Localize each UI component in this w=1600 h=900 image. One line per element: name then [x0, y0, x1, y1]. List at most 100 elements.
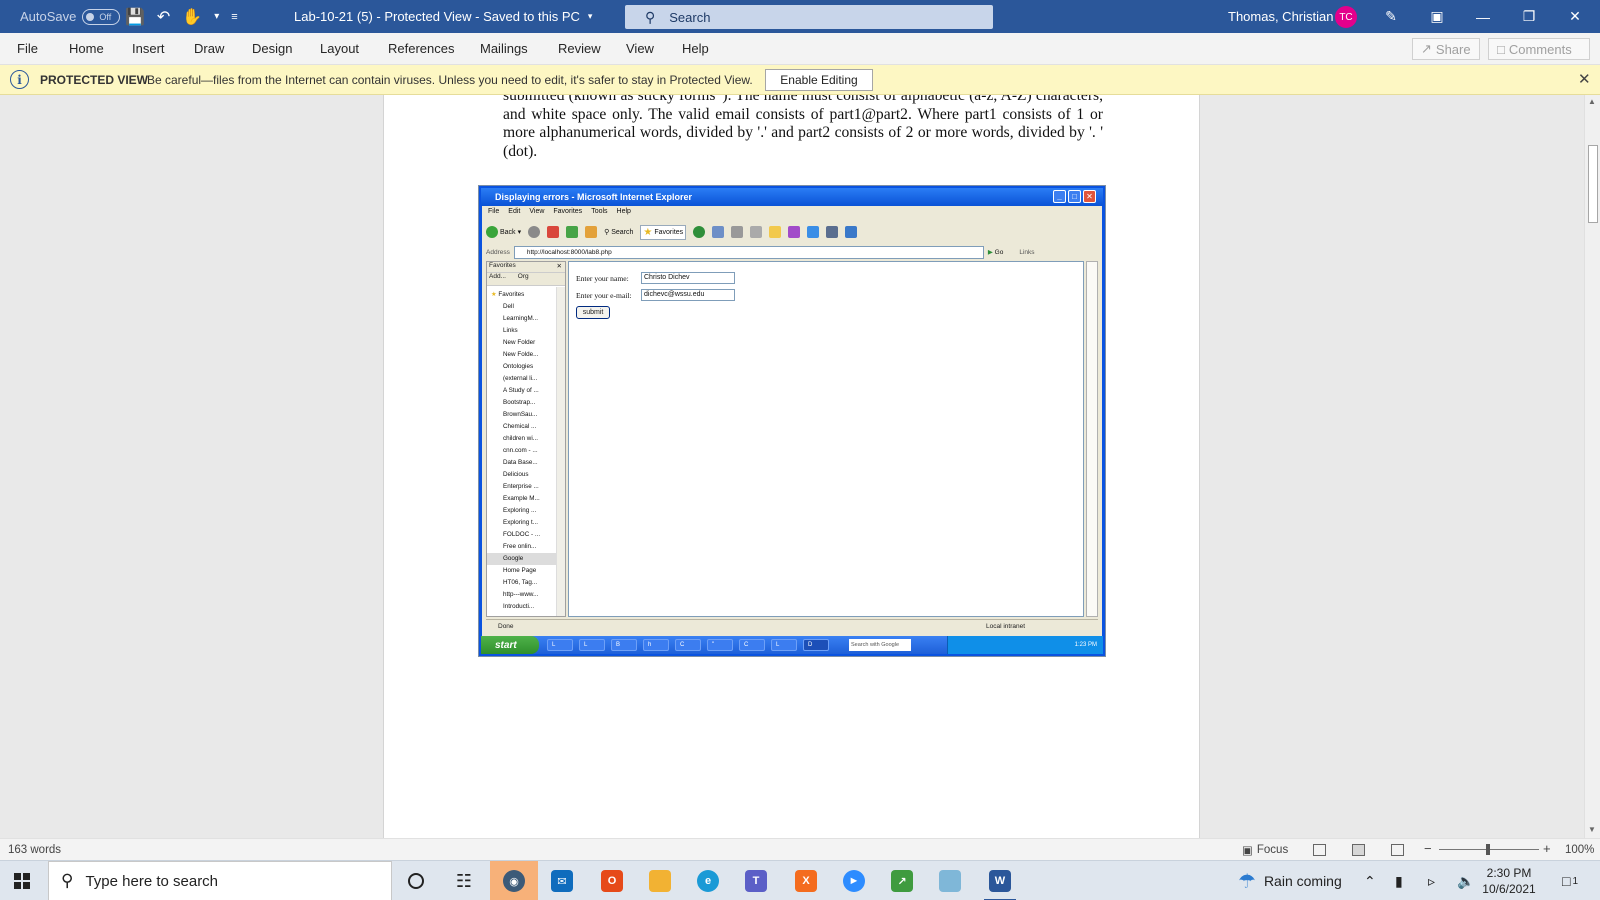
- tab-file[interactable]: File: [17, 41, 38, 56]
- touch-mode-icon[interactable]: ✋: [182, 7, 202, 27]
- xp-task-item: B: [611, 639, 637, 651]
- info-icon: i: [10, 70, 29, 89]
- share-button[interactable]: ↗ Share: [1412, 38, 1480, 60]
- tab-home[interactable]: Home: [69, 41, 104, 56]
- focus-button[interactable]: ▣ Focus: [1242, 843, 1288, 857]
- word-icon[interactable]: W: [976, 861, 1024, 900]
- mail-icon[interactable]: ✉: [538, 861, 586, 900]
- notepad-icon[interactable]: [926, 861, 974, 900]
- tab-layout[interactable]: Layout: [320, 41, 359, 56]
- document-scrollbar[interactable]: ▲ ▼: [1584, 95, 1600, 838]
- read-mode-icon[interactable]: [1313, 844, 1326, 856]
- tab-draw[interactable]: Draw: [194, 41, 224, 56]
- word-count[interactable]: 163 words: [8, 844, 61, 856]
- pen-icon[interactable]: ✎: [1368, 0, 1414, 33]
- print-layout-icon[interactable]: [1352, 844, 1365, 856]
- taskbar-clock[interactable]: 2:30 PM 10/6/2021: [1474, 865, 1544, 897]
- list-item: Introducti...: [503, 603, 535, 610]
- print-icon: [731, 226, 744, 238]
- file-explorer-icon[interactable]: [636, 861, 684, 900]
- windows-taskbar: ⚲ Type here to search ☷ ◉ ✉ O e T X ► ↗ …: [0, 860, 1600, 900]
- ie-toolbar: Back ▾ ⚲ Search ★ Favorites: [486, 221, 858, 243]
- ribbon-display-icon[interactable]: ▣: [1414, 0, 1460, 33]
- customize-toolbar-icon[interactable]: ≡: [231, 11, 237, 23]
- globe-app-icon[interactable]: ◉: [490, 861, 538, 900]
- comments-button[interactable]: □ Comments: [1488, 38, 1590, 60]
- minimize-icon[interactable]: —: [1460, 0, 1506, 33]
- zoom-icon[interactable]: ►: [830, 861, 878, 900]
- office-icon[interactable]: O: [588, 861, 636, 900]
- tab-insert[interactable]: Insert: [132, 41, 165, 56]
- enable-editing-button[interactable]: Enable Editing: [765, 69, 873, 91]
- list-item: Bootstrap...: [503, 399, 536, 406]
- zoom-in-button[interactable]: +: [1543, 841, 1551, 856]
- tab-design[interactable]: Design: [252, 41, 292, 56]
- chevron-down-icon[interactable]: ▾: [214, 11, 219, 22]
- chevron-up-icon[interactable]: ⌃: [1364, 861, 1376, 900]
- document-page[interactable]: submitted (known as sticky forms”). The …: [383, 95, 1200, 838]
- taskbar-search-input[interactable]: ⚲ Type here to search: [48, 861, 392, 900]
- windows-start-icon[interactable]: [14, 873, 30, 889]
- zoom-slider-thumb[interactable]: [1486, 844, 1490, 855]
- web-layout-icon[interactable]: [1391, 844, 1404, 856]
- teams-icon[interactable]: T: [732, 861, 780, 900]
- document-area[interactable]: submitted (known as sticky forms”). The …: [0, 95, 1584, 838]
- list-item: LearningM...: [503, 315, 539, 322]
- user-name[interactable]: Thomas, Christian: [1228, 0, 1333, 33]
- list-item-selected: Google: [487, 553, 565, 565]
- clock-date: 10/6/2021: [1482, 882, 1536, 896]
- scroll-thumb[interactable]: [1588, 145, 1598, 223]
- favorites-add: Add...: [489, 273, 506, 280]
- task-view-icon[interactable]: ☷: [440, 861, 488, 900]
- search-box[interactable]: ⚲ Search: [625, 5, 993, 29]
- embedded-screenshot[interactable]: Displaying errors - Microsoft Internet E…: [478, 185, 1106, 657]
- undo-icon[interactable]: ↶: [157, 7, 170, 27]
- autosave-toggle[interactable]: AutoSave Off: [20, 0, 121, 33]
- email-field: dichevc@wssu.edu: [641, 289, 735, 301]
- tab-references[interactable]: References: [388, 41, 454, 56]
- ie-favorites-panel: Favorites ✕ Add... Org ★ Favorites Dell …: [486, 261, 566, 617]
- chart-app-icon[interactable]: ↗: [878, 861, 926, 900]
- save-icon[interactable]: 💾: [125, 7, 145, 27]
- tab-review[interactable]: Review: [558, 41, 601, 56]
- tab-view[interactable]: View: [626, 41, 654, 56]
- xp-system-tray: 1:23 PM: [947, 636, 1103, 654]
- ie-menu-file: File: [488, 208, 500, 215]
- list-item: New Folder: [503, 339, 536, 346]
- forward-arrow-icon: [528, 226, 541, 238]
- edge-icon[interactable]: e: [684, 861, 732, 900]
- avatar[interactable]: TC: [1335, 6, 1357, 28]
- wifi-icon[interactable]: ▹: [1428, 861, 1435, 900]
- tab-help[interactable]: Help: [682, 41, 709, 56]
- volume-icon[interactable]: 🔈: [1457, 861, 1474, 900]
- back-arrow-icon: [486, 226, 498, 238]
- ie-window-title: Displaying errors - Microsoft Internet E…: [481, 188, 1103, 206]
- notification-center[interactable]: □ 1: [1562, 861, 1578, 900]
- go-arrow-icon: ▶: [987, 249, 993, 256]
- weather-widget[interactable]: ☂ Rain coming: [1238, 861, 1342, 900]
- tool-icon: [826, 226, 839, 238]
- scroll-down-icon[interactable]: ▼: [1588, 825, 1596, 834]
- messenger-icon: [788, 226, 801, 238]
- xp-taskbar: start L L B h C " C L D Search with Goog…: [481, 636, 1103, 654]
- zoom-level[interactable]: 100%: [1565, 844, 1594, 856]
- zoom-out-button[interactable]: −: [1424, 841, 1432, 856]
- battery-icon[interactable]: ▮: [1395, 861, 1403, 900]
- list-item: FOLDOC - ...: [503, 531, 541, 538]
- minimize-icon: _: [1053, 190, 1066, 203]
- close-icon[interactable]: ✕: [1552, 0, 1598, 33]
- xp-task-item: L: [547, 639, 573, 651]
- document-title[interactable]: Lab-10-21 (5) - Protected View - Saved t…: [294, 0, 592, 33]
- xp-start-button: start: [481, 636, 539, 654]
- xampp-icon[interactable]: X: [782, 861, 830, 900]
- restore-icon[interactable]: ❐: [1506, 0, 1552, 33]
- autosave-switch[interactable]: Off: [82, 8, 121, 25]
- ie-address-bar: Address http://localhost:8000/lab8.php ▶…: [486, 245, 1096, 259]
- tab-mailings[interactable]: Mailings: [480, 41, 528, 56]
- mail-icon: [712, 226, 725, 238]
- cortana-icon[interactable]: [392, 861, 440, 900]
- search-icon: ⚲: [61, 871, 74, 890]
- list-item: Enterprise ...: [503, 483, 539, 490]
- scroll-up-icon[interactable]: ▲: [1588, 97, 1596, 106]
- close-icon[interactable]: ✕: [1578, 70, 1591, 88]
